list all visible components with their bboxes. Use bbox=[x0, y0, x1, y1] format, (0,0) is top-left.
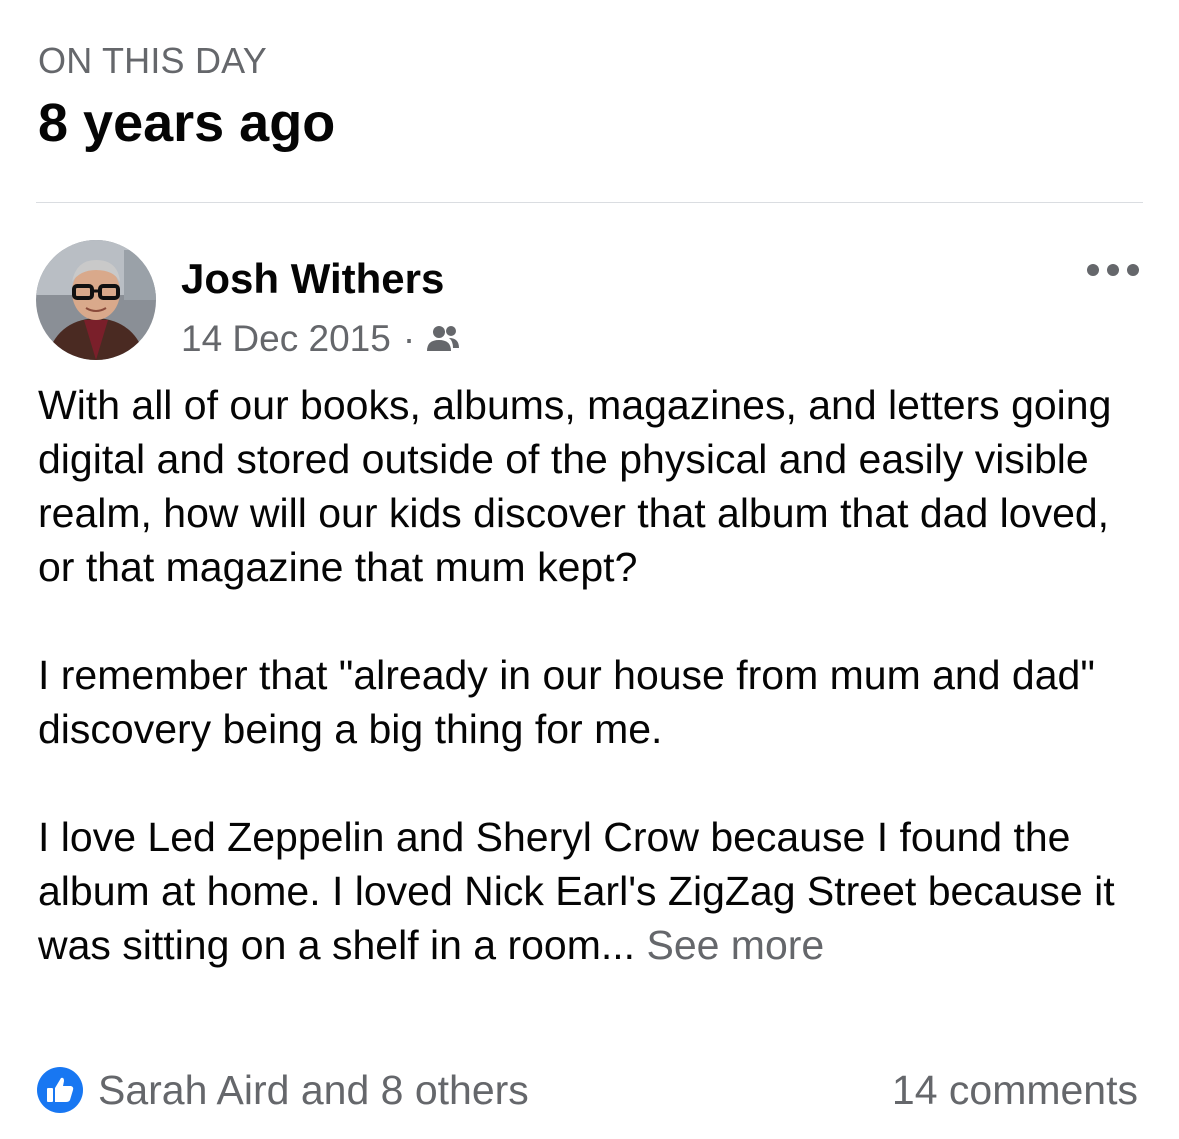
meta-separator: · bbox=[402, 318, 416, 359]
reactions-summary[interactable]: Sarah Aird and 8 others bbox=[36, 1064, 529, 1116]
author-name[interactable]: Josh Withers bbox=[181, 255, 444, 303]
memory-title: 8 years ago bbox=[38, 93, 336, 153]
post-date[interactable]: 14 Dec 2015 bbox=[181, 318, 391, 360]
post-paragraph-last: I love Led Zeppelin and Sheryl Crow beca… bbox=[38, 810, 1148, 972]
post-paragraph-text: I love Led Zeppelin and Sheryl Crow beca… bbox=[38, 814, 1115, 968]
friends-icon[interactable] bbox=[425, 321, 461, 357]
see-more-link[interactable]: See more bbox=[646, 922, 824, 968]
post-paragraph: With all of our books, albums, magazines… bbox=[38, 382, 1112, 590]
comments-count[interactable]: 14 comments bbox=[892, 1064, 1138, 1116]
memory-label: ON THIS DAY bbox=[38, 40, 267, 81]
avatar-photo bbox=[36, 240, 156, 360]
divider bbox=[36, 202, 1143, 203]
post-meta: 14 Dec 2015 · bbox=[181, 318, 461, 360]
more-horizontal-icon[interactable] bbox=[1086, 255, 1140, 285]
avatar[interactable] bbox=[36, 240, 156, 360]
like-icon bbox=[36, 1066, 84, 1114]
reactions-text[interactable]: Sarah Aird and 8 others bbox=[98, 1067, 529, 1114]
post-paragraph: I remember that "already in our house fr… bbox=[38, 652, 1095, 752]
post-body: With all of our books, albums, magazines… bbox=[38, 378, 1148, 972]
